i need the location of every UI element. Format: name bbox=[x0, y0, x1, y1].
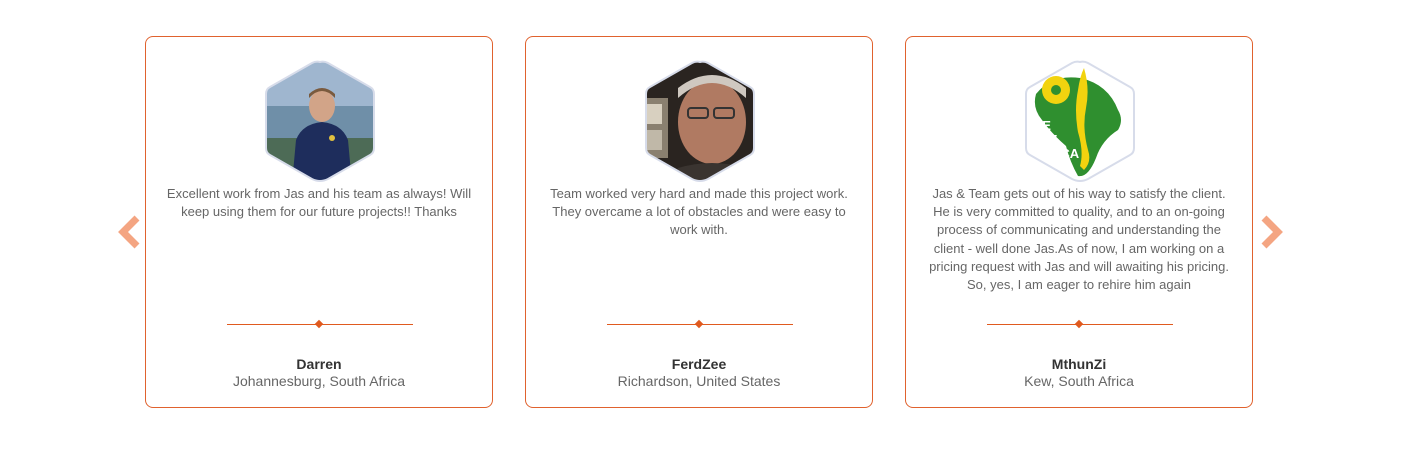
chevron-left-icon bbox=[118, 215, 140, 249]
testimonial-card: Excellent work from Jas and his team as … bbox=[145, 36, 493, 408]
chevron-right-icon bbox=[1261, 215, 1283, 249]
reviewer-name: Darren bbox=[296, 356, 342, 372]
reviewer-location: Richardson, United States bbox=[617, 373, 781, 389]
reviewer-name: MthunZi bbox=[1051, 356, 1107, 372]
testimonial-quote: Team worked very hard and made this proj… bbox=[550, 186, 848, 238]
testimonial-card: WE ARE AFRICA Jas & Team gets out of his… bbox=[905, 36, 1253, 408]
testimonials-carousel: Excellent work from Jas and his team as … bbox=[0, 0, 1405, 457]
avatar: WE ARE AFRICA bbox=[1022, 58, 1138, 184]
divider bbox=[227, 319, 413, 331]
avatar bbox=[262, 58, 378, 184]
testimonial-quote: Jas & Team gets out of his way to satisf… bbox=[929, 186, 1229, 293]
we-are-africa-logo: WE ARE AFRICA bbox=[1025, 60, 1135, 183]
svg-text:ARE: ARE bbox=[1030, 132, 1058, 147]
carousel-next-button[interactable] bbox=[1258, 215, 1284, 249]
avatar bbox=[642, 58, 758, 184]
reviewer-location: Johannesburg, South Africa bbox=[232, 373, 405, 389]
carousel-prev-button[interactable] bbox=[117, 215, 143, 249]
testimonial-card: Team worked very hard and made this proj… bbox=[525, 36, 873, 408]
divider bbox=[607, 319, 793, 331]
reviewer-location: Kew, South Africa bbox=[1024, 373, 1134, 389]
testimonial-quote: Excellent work from Jas and his team as … bbox=[166, 186, 472, 220]
svg-text:WE: WE bbox=[1030, 118, 1051, 133]
divider bbox=[987, 319, 1173, 331]
reviewer-name: FerdZee bbox=[671, 356, 727, 372]
